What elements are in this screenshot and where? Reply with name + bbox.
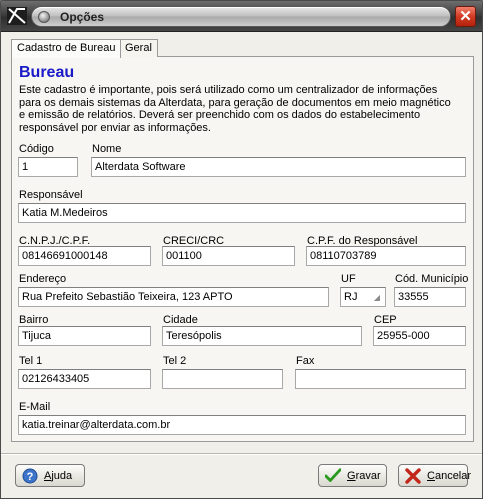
- title-pill: Opções: [31, 6, 451, 27]
- dropdown-arrow-icon[interactable]: ◢: [374, 291, 380, 305]
- endereco-label: Endereço: [19, 273, 67, 285]
- save-button[interactable]: Gravar: [318, 464, 387, 487]
- cep-field[interactable]: 25955-000: [373, 326, 466, 346]
- tel1-label: Tel 1: [19, 355, 43, 367]
- app-logo-icon: [7, 7, 27, 25]
- close-icon: ✕: [459, 8, 472, 25]
- responsavel-label: Responsável: [19, 189, 83, 201]
- tel2-label: Tel 2: [163, 355, 187, 367]
- creci-field[interactable]: 001100: [162, 246, 295, 266]
- fax-field[interactable]: [295, 369, 466, 389]
- uf-select[interactable]: RJ ◢: [340, 287, 386, 307]
- email-label: E-Mail: [19, 401, 51, 413]
- email-field[interactable]: katia.treinar@alterdata.com.br: [18, 415, 466, 435]
- cnpj-field[interactable]: 08146691000148: [18, 246, 151, 266]
- description-line: para os demais sistemas da Alterdata, pa…: [19, 96, 451, 109]
- fax-label: Fax: [296, 355, 315, 367]
- save-mnemonic: G: [347, 469, 356, 482]
- close-button[interactable]: ✕: [455, 6, 476, 27]
- tab-cadastro-bureau[interactable]: Cadastro de Bureau: [11, 39, 122, 58]
- cancel-mnemonic: C: [427, 469, 435, 482]
- footer-divider: [1, 453, 482, 455]
- responsavel-field[interactable]: Katia M.Medeiros: [18, 203, 466, 223]
- description-line: e emissão de relatórios. Deverá ser pree…: [19, 109, 421, 121]
- codigo-label: Código: [19, 143, 54, 155]
- bairro-field[interactable]: Tijuca: [18, 326, 151, 346]
- help-icon: ?: [22, 468, 38, 484]
- section-description: Este cadastro é importante, pois será ut…: [19, 84, 469, 134]
- checkmark-icon: [325, 467, 341, 484]
- cep-label: CEP: [374, 314, 397, 326]
- uf-label: UF: [341, 273, 356, 285]
- tab-geral[interactable]: Geral: [119, 39, 158, 57]
- bairro-label: Bairro: [19, 314, 49, 326]
- cancel-label: ancelar: [434, 469, 472, 482]
- uf-value: RJ: [344, 291, 358, 303]
- codigo-field[interactable]: 1: [18, 157, 78, 177]
- tel1-field[interactable]: 02126433405: [18, 369, 151, 389]
- nome-field[interactable]: Alterdata Software: [91, 157, 466, 177]
- svg-text:?: ?: [27, 471, 34, 483]
- cod-municipio-field[interactable]: 33555: [394, 287, 466, 307]
- help-label: juda: [51, 469, 73, 482]
- tel2-field[interactable]: [162, 369, 283, 389]
- window-title: Opções: [60, 10, 105, 24]
- title-bar[interactable]: Opções ✕: [1, 1, 482, 32]
- cancel-button[interactable]: Cancelar: [398, 464, 472, 487]
- cidade-label: Cidade: [163, 314, 198, 326]
- cpf-responsavel-field[interactable]: 08110703789: [306, 246, 466, 266]
- cancel-x-icon: [405, 467, 421, 484]
- nome-label: Nome: [92, 143, 122, 155]
- section-heading: Bureau: [19, 64, 75, 81]
- window-menu-icon[interactable]: [38, 11, 50, 23]
- cidade-field[interactable]: Teresópolis: [162, 326, 362, 346]
- help-button[interactable]: ? Ajuda: [15, 464, 85, 487]
- endereco-field[interactable]: Rua Prefeito Sebastião Teixeira, 123 APT…: [18, 287, 329, 307]
- cod-municipio-label: Cód. Município: [395, 273, 469, 285]
- save-label: ravar: [355, 469, 381, 482]
- options-dialog: Opções ✕ Cadastro de Bureau Geral Bureau…: [0, 0, 483, 499]
- description-line: responsável por enviar as informações.: [19, 121, 211, 134]
- description-line: Este cadastro é importante, pois será ut…: [19, 84, 438, 96]
